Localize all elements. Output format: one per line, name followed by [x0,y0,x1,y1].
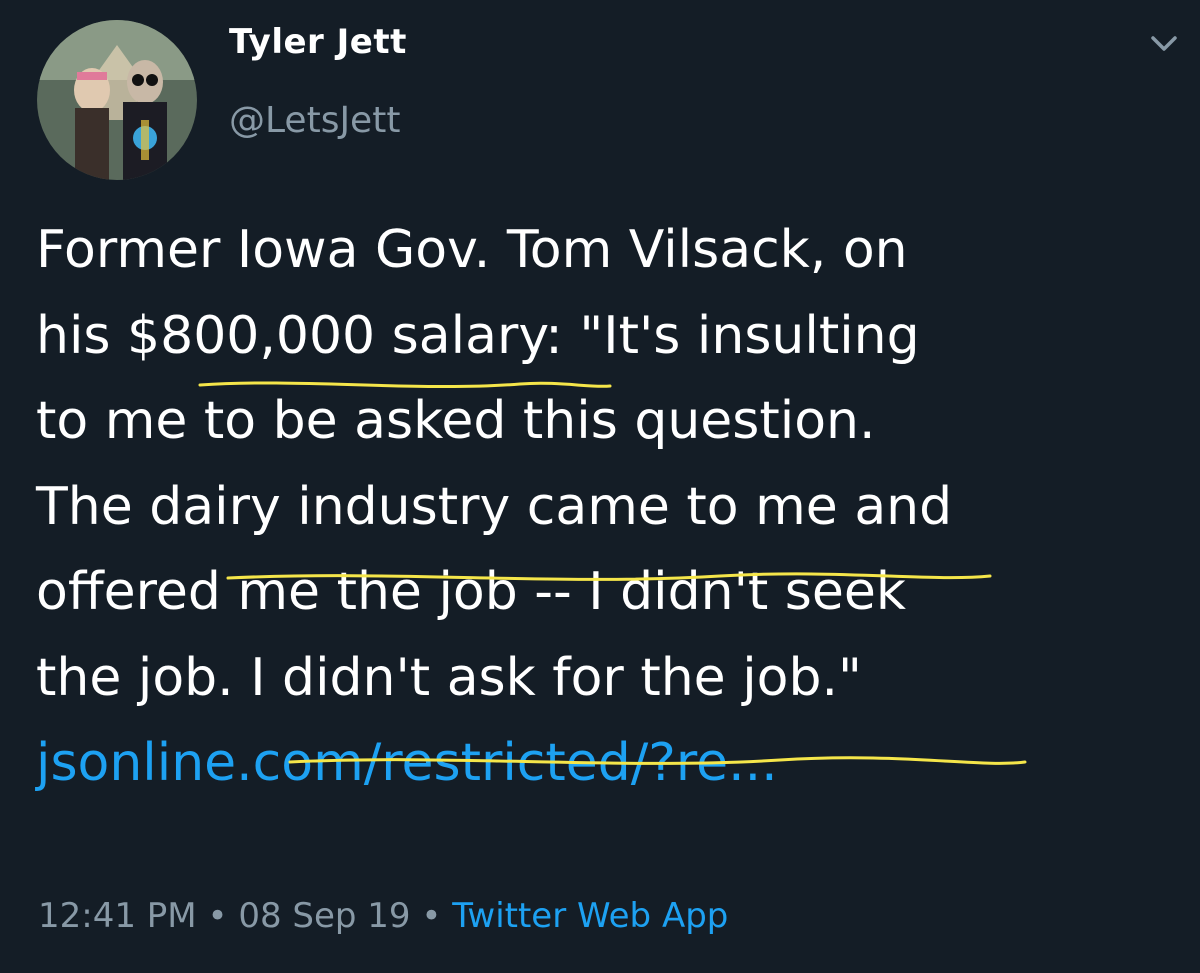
avatar[interactable] [37,20,197,180]
user-handle[interactable]: @LetsJett [229,100,400,141]
tweet-date[interactable]: 08 Sep 19 [238,896,410,936]
tweet-source[interactable]: Twitter Web App [452,896,728,936]
tweet-line: The dairy industry came to me and [36,476,953,537]
tweet-link[interactable]: jsonline.com/restricted/?re... [36,721,1176,807]
tweet-line: the job. I didn't ask for the job." [36,647,862,708]
meta-separator: • [421,896,442,936]
tweet-line: his $800,000 salary: "It's insulting [36,305,920,366]
display-name[interactable]: Tyler Jett [229,22,407,62]
tweet-text: Former Iowa Gov. Tom Vilsack, on his $80… [36,208,1176,807]
avatar-image [37,20,197,180]
meta-separator: • [207,896,228,936]
tweet-meta: 12:41 PM • 08 Sep 19 • Twitter Web App [38,896,728,936]
tweet-line: to me to be asked this question. [36,391,876,451]
tweet-time[interactable]: 12:41 PM [38,896,197,936]
chevron-down-icon[interactable] [1149,33,1179,55]
tweet-line: Former Iowa Gov. Tom Vilsack, on [36,220,908,280]
tweet-card: Tyler Jett @LetsJett Former Iowa Gov. To… [0,0,1200,973]
tweet-line: offered me the job -- I didn't seek [36,562,906,622]
